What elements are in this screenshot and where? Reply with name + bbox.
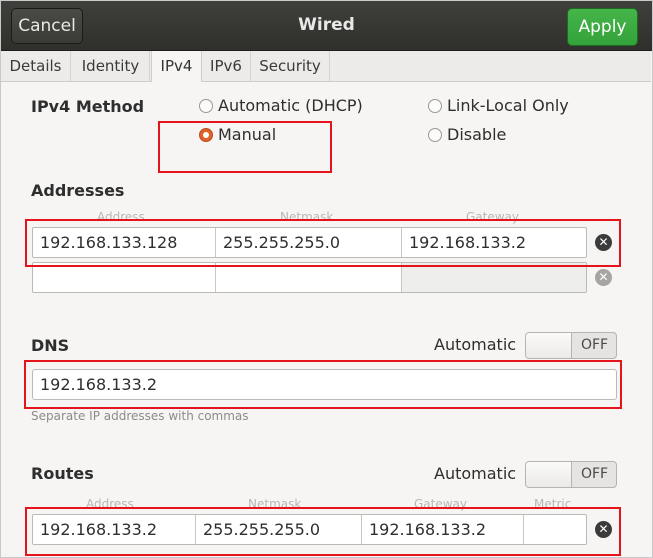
radio-link-local[interactable]: [428, 99, 442, 113]
addresses-title: Addresses: [31, 181, 125, 200]
radio-automatic-dhcp-label[interactable]: Automatic (DHCP): [218, 96, 363, 115]
cancel-button[interactable]: Cancel: [11, 8, 83, 44]
routes-automatic-switch[interactable]: OFF: [525, 461, 617, 488]
window-title: Wired: [298, 15, 355, 35]
routes-title: Routes: [31, 464, 94, 483]
tab-ipv4[interactable]: IPv4: [151, 51, 202, 82]
radio-link-local-label[interactable]: Link-Local Only: [447, 96, 569, 115]
dns-title: DNS: [31, 336, 70, 355]
highlight-address-row: [25, 219, 621, 267]
routes-automatic-label: Automatic: [434, 464, 517, 483]
dns-hint: Separate IP addresses with commas: [31, 409, 249, 423]
switch-knob: [526, 333, 572, 358]
tab-details[interactable]: Details: [1, 51, 71, 81]
highlight-manual: [158, 121, 332, 173]
tab-identity[interactable]: Identity: [72, 51, 150, 81]
radio-automatic-dhcp[interactable]: [199, 99, 213, 113]
address-input[interactable]: [33, 263, 216, 292]
delete-address-row-2-icon[interactable]: ✕: [595, 269, 612, 286]
apply-button[interactable]: Apply: [567, 8, 638, 46]
highlight-route-row: [25, 507, 621, 556]
tab-security[interactable]: Security: [251, 51, 330, 81]
gateway-input[interactable]: [402, 263, 586, 292]
header-bar: Cancel Wired Apply: [1, 1, 652, 51]
tab-label: Identity: [81, 57, 140, 75]
switch-state: OFF: [580, 466, 609, 482]
tab-bar: Details Identity IPv4 IPv6 Security: [1, 51, 651, 82]
tab-label: IPv4: [160, 57, 193, 75]
dns-automatic-label: Automatic: [434, 335, 517, 354]
dns-automatic-switch[interactable]: OFF: [525, 332, 617, 359]
tab-label: Details: [9, 57, 62, 75]
radio-disable-label[interactable]: Disable: [447, 125, 506, 144]
switch-state: OFF: [580, 337, 609, 353]
switch-knob: [526, 462, 572, 487]
radio-disable[interactable]: [428, 128, 442, 142]
ipv4-method-label: IPv4 Method: [31, 97, 145, 116]
tab-ipv6[interactable]: IPv6: [202, 51, 251, 81]
highlight-dns: [24, 360, 622, 409]
netmask-input[interactable]: [216, 263, 402, 292]
tab-label: IPv6: [210, 57, 242, 75]
tab-label: Security: [259, 57, 321, 75]
